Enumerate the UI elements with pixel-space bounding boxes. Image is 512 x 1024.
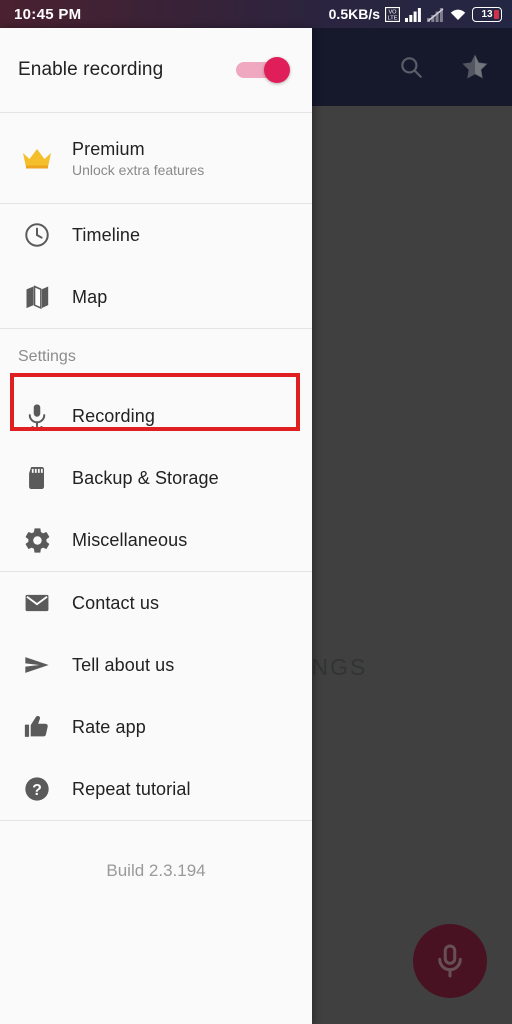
sidebar-item-timeline[interactable]: Timeline [0, 204, 312, 266]
status-bar-time: 10:45 PM [14, 5, 82, 23]
sidebar-item-rate-app[interactable]: Rate app [0, 696, 312, 758]
sidebar-item-label: Backup & Storage [72, 467, 219, 488]
svg-text:LTE: LTE [388, 15, 398, 21]
sidebar-item-label: Tell about us [72, 654, 175, 675]
navigation-drawer: Enable recording Premium Unlock extra fe… [0, 28, 312, 1024]
send-icon [18, 646, 56, 684]
sidebar-item-recording[interactable]: Recording [0, 385, 312, 447]
sidebar-item-label: Miscellaneous [72, 529, 188, 550]
map-icon [18, 278, 56, 316]
sidebar-item-label: Contact us [72, 592, 160, 613]
drawer-scrim-overlay[interactable] [312, 28, 512, 1024]
build-version-row: Build 2.3.194 [0, 821, 312, 921]
premium-row[interactable]: Premium Unlock extra features [0, 113, 312, 203]
sidebar-item-backup-storage[interactable]: Backup & Storage [0, 447, 312, 509]
svg-text:?: ? [32, 782, 42, 799]
microphone-icon [18, 397, 56, 435]
sidebar-item-label: Map [72, 286, 108, 307]
build-version-label: Build 2.3.194 [106, 861, 206, 880]
enable-recording-toggle[interactable] [236, 57, 290, 83]
thumbs-up-icon [18, 708, 56, 746]
sidebar-item-contact-us[interactable]: Contact us [0, 572, 312, 634]
sidebar-item-label: Timeline [72, 224, 141, 245]
sidebar-item-label: Repeat tutorial [72, 778, 191, 799]
sidebar-item-label: Recording [72, 405, 155, 426]
gear-icon [18, 521, 56, 559]
sd-card-icon [18, 459, 56, 497]
status-bar-indicators: 0.5KB/s VO LTE 13 [329, 6, 502, 22]
recording-row-wrapper: Recording [0, 373, 312, 447]
wifi-icon [449, 7, 467, 22]
sidebar-item-repeat-tutorial[interactable]: ? Repeat tutorial [0, 758, 312, 820]
network-speed-label: 0.5KB/s [328, 6, 380, 22]
enable-recording-label: Enable recording [18, 59, 164, 80]
signal-bars-off-icon [427, 7, 444, 22]
battery-indicator: 13 [472, 6, 502, 22]
question-circle-icon: ? [18, 770, 56, 808]
sidebar-item-miscellaneous[interactable]: Miscellaneous [0, 509, 312, 571]
clock-icon [18, 216, 56, 254]
sidebar-item-map[interactable]: Map [0, 266, 312, 328]
sidebar-item-tell-about-us[interactable]: Tell about us [0, 634, 312, 696]
volte-hd-icon: VO LTE [385, 6, 400, 22]
crown-icon [18, 139, 56, 177]
status-bar: 10:45 PM 0.5KB/s VO LTE 13 [0, 0, 512, 28]
premium-texts: Premium Unlock extra features [72, 139, 204, 178]
svg-text:VO: VO [388, 9, 397, 15]
signal-bars-icon [405, 7, 422, 22]
settings-section-label: Settings [18, 348, 76, 365]
envelope-icon [18, 584, 56, 622]
drawer-spacer [0, 921, 312, 1024]
enable-recording-row[interactable]: Enable recording [0, 28, 312, 112]
settings-section-header: Settings [0, 329, 312, 385]
premium-subtitle: Unlock extra features [72, 161, 205, 178]
premium-title: Premium [72, 138, 145, 159]
sidebar-item-label: Rate app [72, 716, 146, 737]
toggle-thumb [264, 57, 290, 83]
